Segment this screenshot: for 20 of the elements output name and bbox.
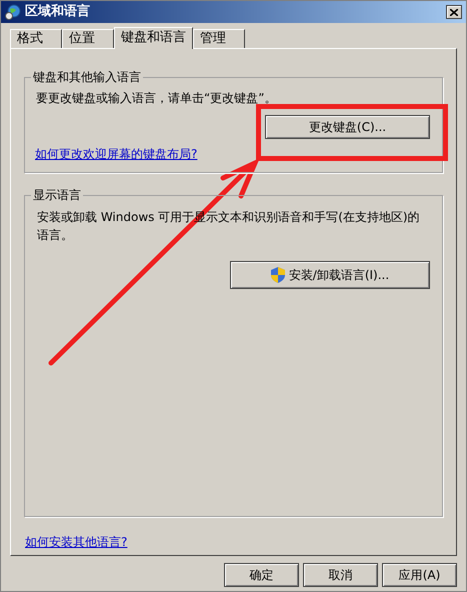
dialog-button[interactable]: 确定 (224, 563, 299, 587)
keyboard-layout-link[interactable]: 如何更改欢迎屏幕的键盘布局? (35, 145, 432, 163)
install-language-link[interactable]: 如何安装其他语言? (25, 533, 128, 551)
tab[interactable]: 管理 (193, 29, 245, 48)
instruction-text: 要更改键盘或输入语言，请单击“更改键盘”。 (35, 90, 278, 106)
tab[interactable]: 格式 (10, 29, 62, 48)
change-keyboard-button[interactable]: 更改键盘(C)... (265, 115, 430, 139)
dialog-button[interactable]: 应用(A) (382, 563, 457, 587)
button-label: 安装/卸载语言(I)... (288, 267, 390, 284)
group-title: 显示语言 (31, 187, 83, 203)
dialog-button[interactable]: 取消 (303, 563, 378, 587)
group-title: 键盘和其他输入语言 (31, 69, 143, 85)
shield-icon (270, 267, 285, 283)
close-button[interactable] (446, 5, 462, 19)
close-icon (450, 8, 458, 16)
install-language-button[interactable]: 安装/卸载语言(I)... (230, 261, 430, 289)
tab[interactable]: 键盘和语言 (114, 27, 193, 49)
tab[interactable]: 位置 (62, 29, 114, 48)
globe-icon (5, 4, 21, 20)
window-title: 区域和语言 (25, 2, 90, 22)
